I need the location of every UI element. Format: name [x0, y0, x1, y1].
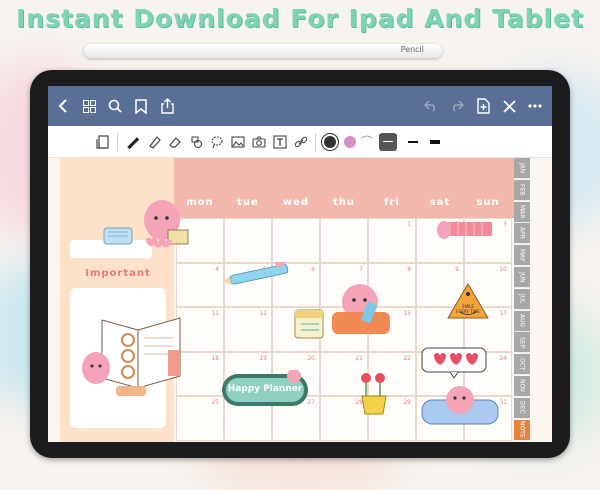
weekday-label-tue: tue — [237, 197, 259, 208]
month-tab-may[interactable]: MAY — [514, 245, 530, 267]
day-cell[interactable] — [320, 218, 368, 263]
highlighter-icon[interactable] — [143, 126, 164, 158]
undo-icon[interactable] — [418, 86, 444, 126]
thumbnails-grid-icon[interactable] — [76, 86, 102, 126]
date-number: 20 — [307, 354, 315, 362]
date-number: 15 — [403, 310, 411, 317]
stroke-width-selected[interactable] — [379, 132, 397, 151]
color-swatch-pink[interactable] — [344, 135, 356, 148]
date-number: 11 — [211, 310, 219, 317]
month-tab-jan[interactable]: JAN — [514, 158, 530, 179]
calendar-header — [174, 158, 514, 218]
month-tab-dec[interactable]: DEC — [514, 397, 530, 419]
date-number: 4 — [215, 265, 219, 273]
lasso-icon[interactable] — [206, 126, 227, 158]
month-tab-oct[interactable]: OCT — [514, 354, 530, 376]
day-cell[interactable] — [224, 218, 272, 263]
tablet-device: ⌒ Important montuewedthufrisatsun1234567… — [30, 70, 570, 458]
month-tab-mar[interactable]: MAR — [514, 201, 530, 223]
month-tab-apr[interactable]: APR — [514, 223, 530, 245]
image-icon[interactable] — [227, 126, 248, 158]
pen-icon[interactable] — [122, 126, 143, 158]
heart-speech-bubble-sticker — [421, 347, 487, 379]
octopus-sticker — [144, 200, 189, 248]
date-number: 21 — [355, 354, 363, 362]
day-cell[interactable]: 25 — [176, 396, 224, 441]
pencil-body — [84, 44, 442, 58]
date-number: 7 — [359, 265, 363, 273]
date-number: 10 — [499, 265, 507, 273]
date-number: 17 — [499, 310, 507, 317]
back-chevron-icon[interactable] — [50, 86, 76, 126]
app-navbar — [48, 86, 552, 126]
stylus-pencil: Pencil — [70, 44, 442, 58]
share-icon[interactable] — [154, 86, 180, 126]
add-page-icon[interactable] — [470, 86, 496, 126]
more-icon[interactable] — [522, 86, 548, 126]
toolbar-divider — [117, 132, 118, 151]
day-cell[interactable]: 12 — [224, 307, 272, 352]
date-number: 25 — [211, 399, 219, 406]
search-icon[interactable] — [102, 86, 128, 126]
eraser-icon[interactable] — [164, 126, 185, 158]
date-number: 8 — [407, 265, 411, 273]
month-tab-sep[interactable]: SEP — [514, 332, 530, 354]
bookmark-icon[interactable] — [128, 86, 154, 126]
flower-pot-sticker — [361, 373, 387, 415]
month-tab-nov[interactable]: NOV — [514, 376, 530, 397]
weekday-label-thu: thu — [332, 197, 356, 208]
close-icon[interactable] — [496, 86, 522, 126]
month-tab-aug[interactable]: AUG — [514, 310, 530, 332]
stroke-width-medium[interactable] — [408, 140, 418, 143]
text-tool-icon[interactable] — [269, 126, 290, 158]
pencil-sticker — [222, 262, 289, 285]
month-tab-strip: JAN FEB MAR APR MAY JUN JUL AUG SEP OCT NOV DEC NOTE — [514, 158, 530, 442]
link-icon[interactable] — [290, 126, 311, 158]
banner-headline: Instant Download For Ipad And Tablet — [15, 4, 585, 33]
date-number: 6 — [311, 265, 315, 273]
stroke-width-thick[interactable] — [430, 139, 440, 144]
day-cell[interactable]: 4 — [176, 262, 224, 307]
happy-planner-label: Happy Planner — [227, 384, 303, 394]
pencil-brand: Pencil — [400, 45, 424, 54]
camera-icon[interactable] — [248, 126, 269, 158]
weekday-label-wed: wed — [282, 197, 310, 208]
date-number: 22 — [403, 354, 411, 362]
monthly-planner-page: Important montuewedthufrisatsun123456789… — [60, 158, 530, 442]
month-tab-jun[interactable]: JUN — [514, 267, 530, 288]
toolbar-divider — [315, 132, 316, 151]
color-picker-icon[interactable]: ⌒ — [360, 126, 374, 158]
octopus-tape-sticker — [421, 386, 499, 425]
laundry-basket-sticker — [103, 227, 133, 245]
weekday-label-sun: sun — [476, 197, 500, 208]
octopus-in-bowl-sticker — [332, 284, 390, 334]
date-number: 24 — [499, 354, 507, 362]
date-number: 3 — [503, 221, 507, 228]
shapes-icon[interactable] — [185, 126, 206, 158]
smile-sign-text: SMILE EVERY TIME — [456, 304, 480, 314]
month-tab-feb[interactable]: FEB — [514, 179, 530, 201]
open-book-sticker — [82, 317, 181, 396]
color-swatch-black[interactable] — [324, 135, 336, 148]
date-number: 12 — [259, 310, 267, 317]
smile-sign-sticker — [447, 283, 489, 319]
weekday-label-fri: fri — [384, 197, 400, 208]
date-number: 19 — [259, 354, 267, 362]
date-number: 1 — [407, 221, 411, 228]
important-label: Important — [85, 268, 151, 279]
calendar-sticker — [294, 309, 324, 339]
month-tab-jul[interactable]: JUL — [514, 288, 530, 310]
date-number: 18 — [211, 354, 219, 362]
washi-tape-sticker — [437, 221, 492, 239]
day-cell[interactable]: 1 — [368, 218, 416, 263]
weekday-label-sat: sat — [429, 197, 451, 208]
drawing-toolbar: ⌒ — [48, 126, 552, 158]
redo-icon[interactable] — [444, 86, 470, 126]
page-manager-icon[interactable] — [92, 126, 113, 158]
day-cell[interactable] — [272, 218, 320, 263]
month-tab-note[interactable]: NOTE — [514, 419, 530, 441]
date-number: 29 — [403, 399, 411, 406]
tablet-screen: ⌒ Important montuewedthufrisatsun1234567… — [48, 86, 552, 442]
date-number: 9 — [455, 265, 459, 273]
